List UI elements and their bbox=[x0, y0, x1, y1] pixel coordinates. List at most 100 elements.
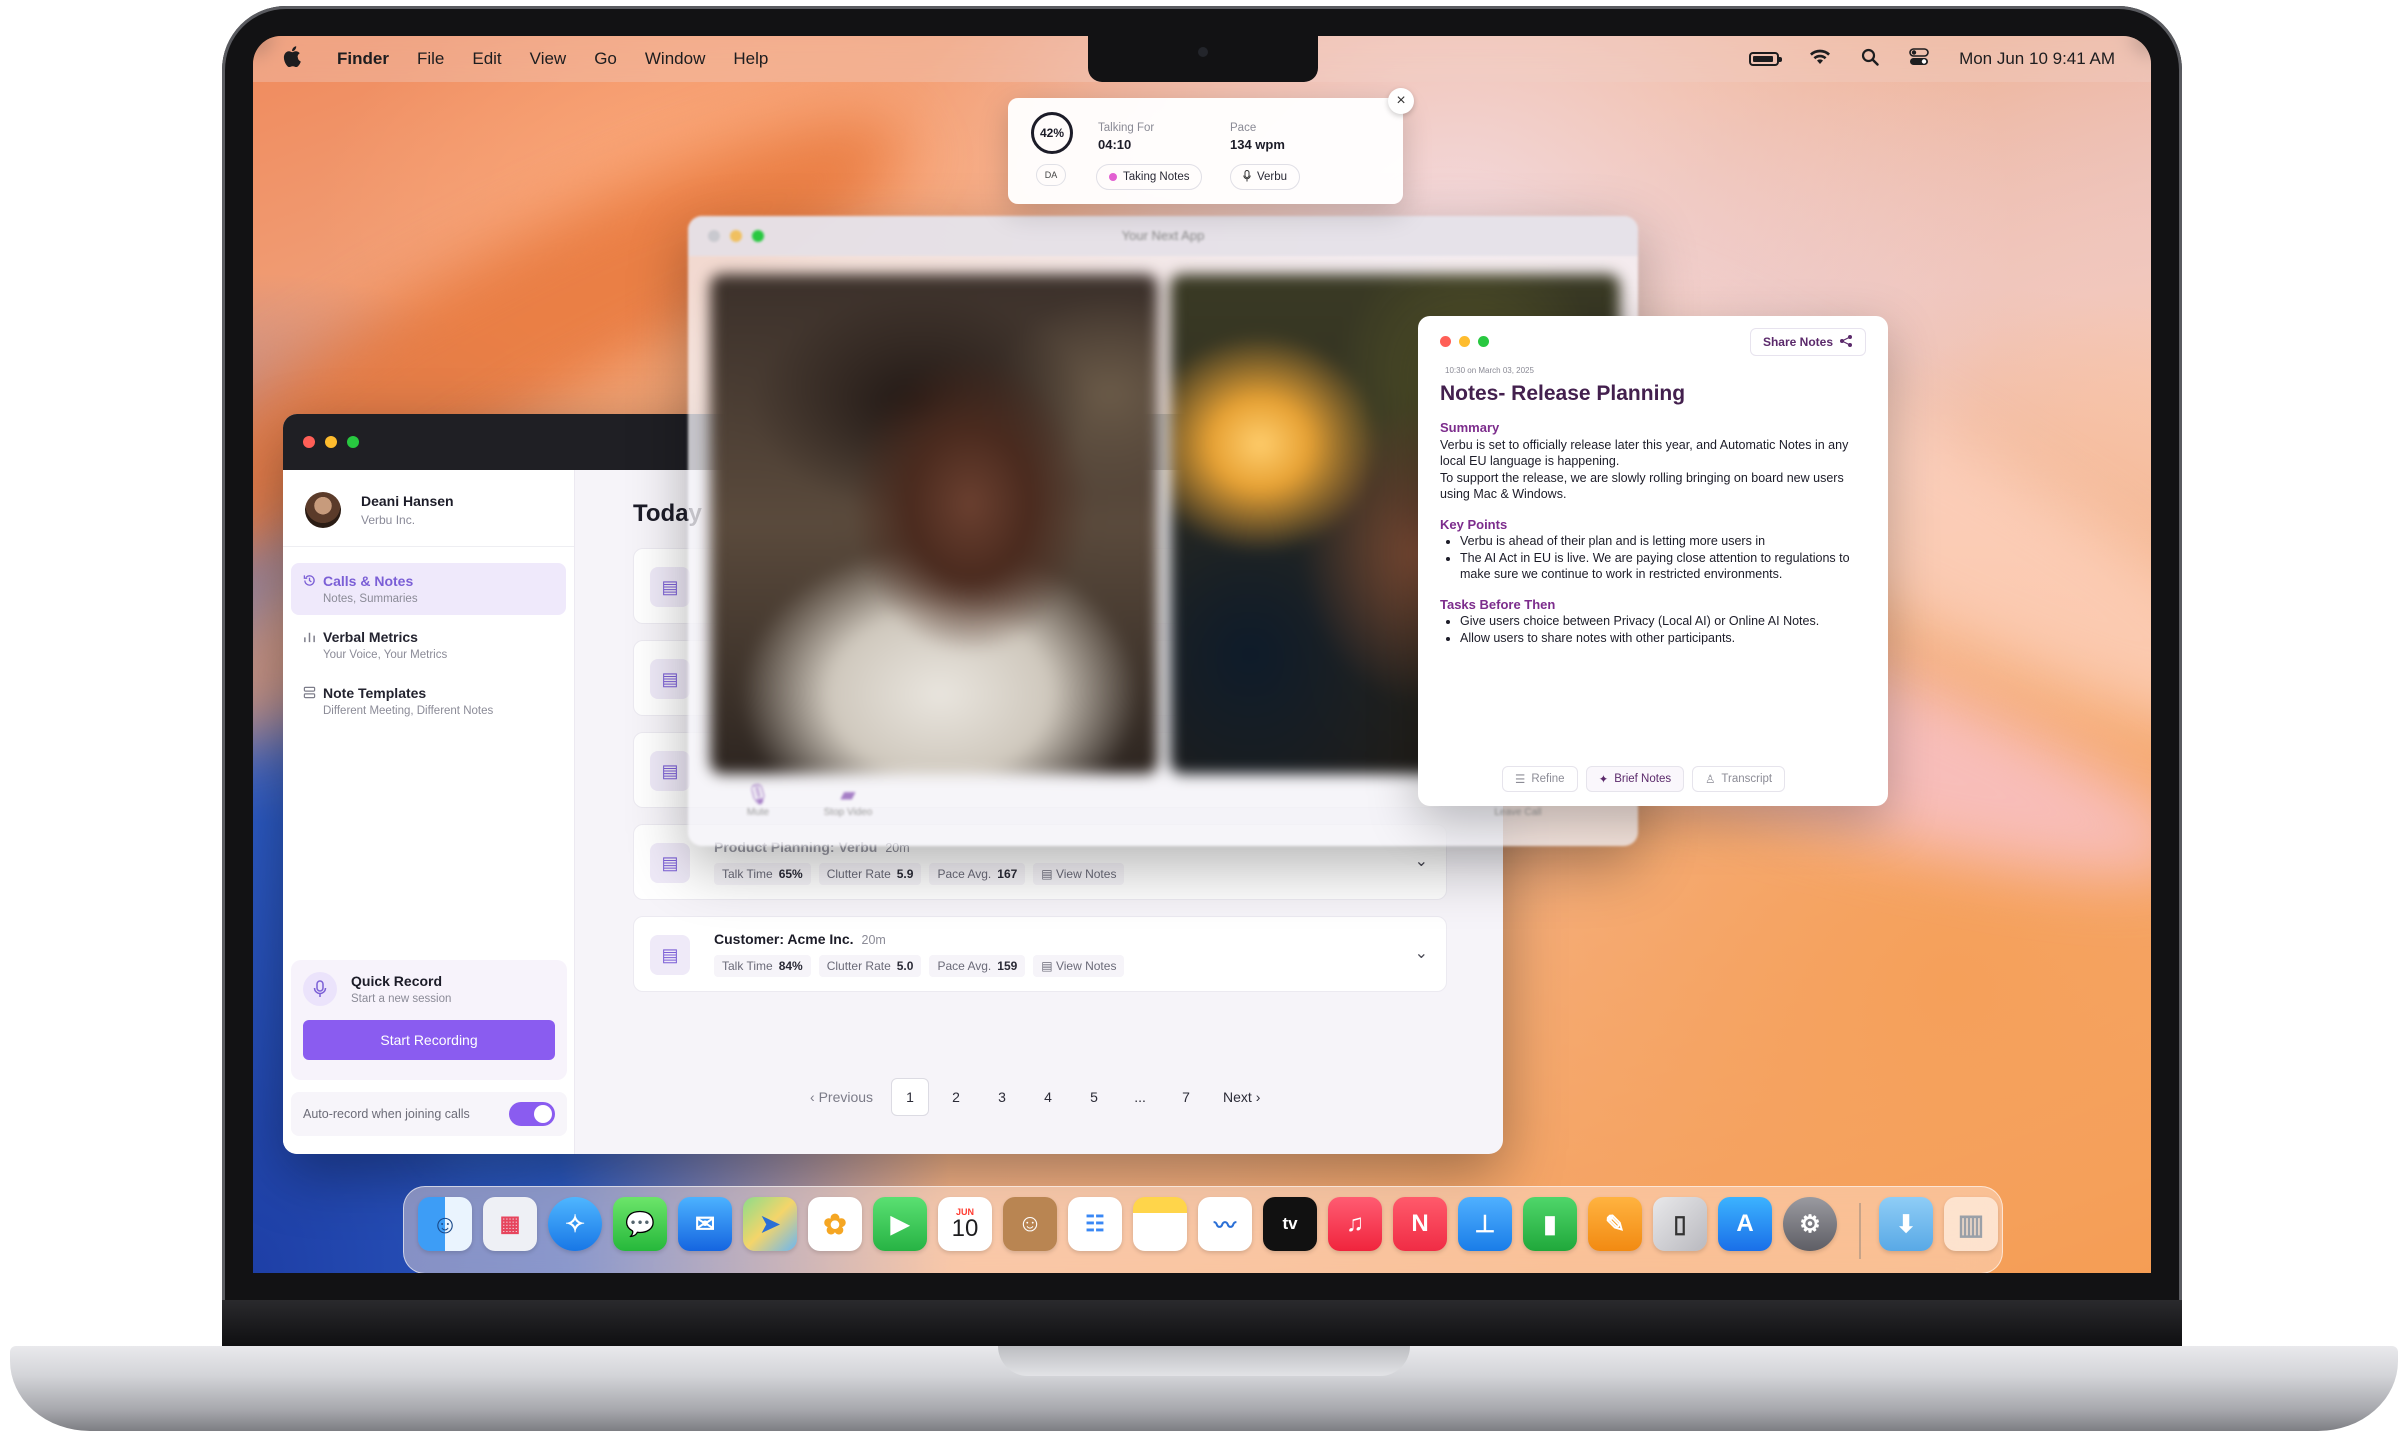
menu-edit[interactable]: Edit bbox=[472, 49, 501, 69]
brief-notes-button[interactable]: ✦ Brief Notes bbox=[1585, 766, 1685, 792]
window-controls bbox=[1440, 336, 1489, 347]
view-notes-link[interactable]: ▤ View Notes bbox=[1033, 863, 1125, 885]
taking-notes-pill[interactable]: Taking Notes bbox=[1096, 164, 1203, 190]
mute-button[interactable]: 🎙 Mute bbox=[718, 782, 798, 818]
view-notes-label: View Notes bbox=[1055, 867, 1117, 881]
menu-clock[interactable]: Mon Jun 10 9:41 AM bbox=[1959, 49, 2115, 69]
control-center-icon[interactable] bbox=[1909, 47, 1929, 71]
launchpad-icon[interactable]: ▦ bbox=[483, 1197, 537, 1251]
talking-for-label: Talking For bbox=[1098, 122, 1155, 134]
metric-value: 65% bbox=[778, 867, 803, 881]
view-notes-link[interactable]: ▤ View Notes bbox=[1033, 955, 1125, 977]
microphone-icon bbox=[1243, 169, 1251, 185]
start-recording-button[interactable]: Start Recording bbox=[303, 1020, 555, 1060]
refine-button[interactable]: ☰ Refine bbox=[1502, 766, 1578, 792]
metric-value: 5.9 bbox=[896, 867, 914, 881]
call-window-title: Your Next App bbox=[1121, 228, 1205, 243]
chevron-down-icon[interactable]: ⌄ bbox=[1415, 943, 1428, 963]
auto-record-toggle[interactable] bbox=[509, 1102, 555, 1126]
laptop-bezel-bottom bbox=[222, 1300, 2182, 1346]
pages-icon[interactable]: ✎ bbox=[1588, 1197, 1642, 1251]
wifi-icon[interactable] bbox=[1809, 49, 1831, 70]
sidebar-item-verbal-metrics[interactable]: Verbal Metrics Your Voice, Your Metrics bbox=[291, 619, 566, 671]
taking-notes-label: Taking Notes bbox=[1123, 171, 1190, 183]
page-3-button[interactable]: 3 bbox=[983, 1078, 1021, 1116]
music-icon[interactable]: ♫ bbox=[1328, 1197, 1382, 1251]
talking-for-stat: Talking For 04:10 bbox=[1098, 122, 1154, 152]
iphone-mirroring-icon[interactable]: ▯ bbox=[1653, 1197, 1707, 1251]
system-settings-icon[interactable]: ⚙ bbox=[1783, 1197, 1837, 1251]
brief-notes-label: Brief Notes bbox=[1614, 773, 1672, 785]
template-icon bbox=[303, 686, 323, 717]
freeform-squiggle: 〰 bbox=[1213, 1213, 1236, 1238]
previous-page-button[interactable]: ‹ Previous bbox=[800, 1089, 883, 1105]
task-item: Give users choice between Privacy (Local… bbox=[1460, 613, 1870, 630]
summary-heading: Summary bbox=[1440, 420, 1500, 435]
finder-icon[interactable]: ☺ bbox=[418, 1197, 472, 1251]
minimize-window-button[interactable] bbox=[325, 436, 337, 448]
page-1-button[interactable]: 1 bbox=[891, 1078, 930, 1116]
keynote-icon[interactable]: ⊥ bbox=[1458, 1197, 1512, 1251]
menu-file[interactable]: File bbox=[417, 49, 444, 69]
downloads-folder-icon[interactable]: ⬇ bbox=[1879, 1197, 1933, 1251]
apple-tv-icon[interactable]: tv bbox=[1263, 1197, 1317, 1251]
maps-icon[interactable]: ➤ bbox=[743, 1197, 797, 1251]
close-window-button[interactable] bbox=[303, 436, 315, 448]
menu-finder[interactable]: Finder bbox=[337, 49, 389, 69]
document-icon: ▤ bbox=[650, 751, 690, 791]
photos-icon[interactable]: ✿ bbox=[808, 1197, 862, 1251]
apple-menu-icon[interactable] bbox=[283, 45, 307, 73]
reminders-icon[interactable]: ☷ bbox=[1068, 1197, 1122, 1251]
minimize-window-button[interactable] bbox=[1459, 336, 1470, 347]
history-icon bbox=[303, 574, 323, 605]
mail-icon[interactable]: ✉ bbox=[678, 1197, 732, 1251]
notes-app-icon[interactable] bbox=[1133, 1197, 1187, 1251]
metric-label: Pace Avg. bbox=[937, 959, 992, 973]
chevron-down-icon[interactable]: ⌄ bbox=[1415, 851, 1428, 871]
menu-window[interactable]: Window bbox=[645, 49, 705, 69]
pace-label: Pace bbox=[1230, 122, 1257, 134]
nav-text: Verbal Metrics Your Voice, Your Metrics bbox=[323, 629, 447, 661]
menu-help[interactable]: Help bbox=[733, 49, 768, 69]
page-7-button[interactable]: 7 bbox=[1167, 1078, 1205, 1116]
menu-view[interactable]: View bbox=[530, 49, 567, 69]
stop-video-button[interactable]: ▰ Stop Video bbox=[808, 782, 888, 818]
sidebar-item-label: Verbal Metrics bbox=[323, 629, 418, 645]
share-notes-button[interactable]: Share Notes bbox=[1749, 328, 1866, 356]
contacts-icon[interactable]: ☺ bbox=[1003, 1197, 1057, 1251]
transcript-label: Transcript bbox=[1721, 773, 1773, 785]
talk-time-metric: Talk Time 65% bbox=[714, 863, 811, 885]
page-2-button[interactable]: 2 bbox=[937, 1078, 975, 1116]
finder-face: ☺ bbox=[431, 1208, 459, 1239]
list-item[interactable]: ▤ Customer: Acme Inc. 20m Talk Time 84% Cl… bbox=[633, 916, 1447, 992]
sidebar-item-calls-notes[interactable]: Calls & Notes Notes, Summaries bbox=[291, 563, 566, 615]
facetime-icon[interactable]: ▶ bbox=[873, 1197, 927, 1251]
battery-icon[interactable] bbox=[1749, 52, 1783, 66]
refine-label: Refine bbox=[1531, 773, 1565, 785]
menu-go[interactable]: Go bbox=[594, 49, 617, 69]
news-icon[interactable]: N bbox=[1393, 1197, 1447, 1251]
page-5-button[interactable]: 5 bbox=[1075, 1078, 1113, 1116]
trash-icon[interactable]: ▥ bbox=[1944, 1197, 1998, 1251]
safari-icon[interactable]: ✧ bbox=[548, 1197, 602, 1251]
page-4-button[interactable]: 4 bbox=[1029, 1078, 1067, 1116]
sidebar-item-note-templates[interactable]: Note Templates Different Meeting, Differ… bbox=[291, 675, 566, 727]
app-store-icon[interactable]: A bbox=[1718, 1197, 1772, 1251]
numbers-icon[interactable]: ▮ bbox=[1523, 1197, 1577, 1251]
user-profile[interactable]: Deani Hansen Verbu Inc. bbox=[283, 470, 574, 547]
spotlight-search-icon[interactable] bbox=[1861, 48, 1879, 71]
zoom-window-button[interactable] bbox=[347, 436, 359, 448]
next-page-button[interactable]: Next › bbox=[1213, 1089, 1270, 1105]
metric-label: Talk Time bbox=[722, 959, 773, 973]
messages-icon[interactable]: 💬 bbox=[613, 1197, 667, 1251]
calendar-icon[interactable]: JUN 10 bbox=[938, 1197, 992, 1251]
freeform-icon[interactable]: 〰 bbox=[1198, 1197, 1252, 1251]
transcript-button[interactable]: ♙ Transcript bbox=[1692, 766, 1786, 792]
close-window-button[interactable] bbox=[1440, 336, 1451, 347]
metric-value: 84% bbox=[778, 959, 803, 973]
clutter-rate-metric: Clutter Rate 5.0 bbox=[818, 955, 922, 977]
zoom-window-button[interactable] bbox=[1478, 336, 1489, 347]
verbu-mic-pill[interactable]: Verbu bbox=[1230, 164, 1301, 190]
maps-pin: ➤ bbox=[759, 1210, 781, 1238]
close-icon[interactable]: × bbox=[1388, 88, 1414, 114]
